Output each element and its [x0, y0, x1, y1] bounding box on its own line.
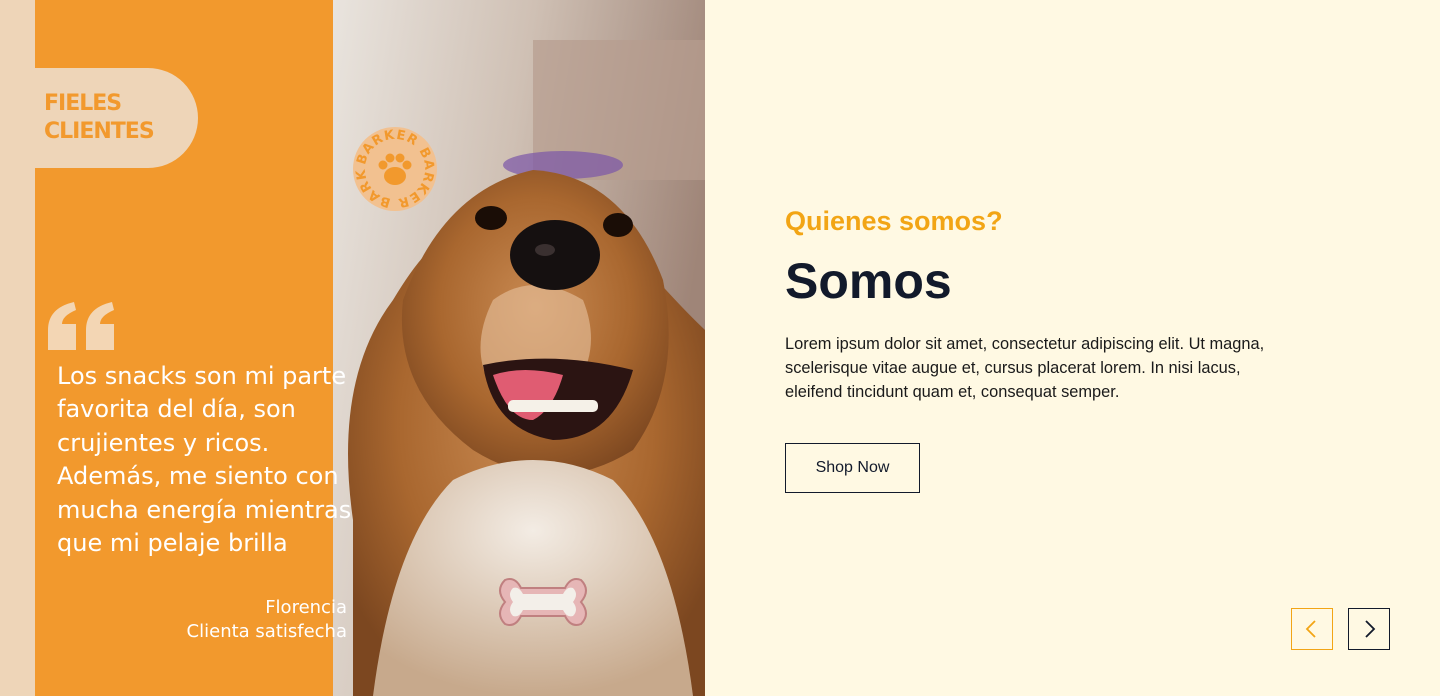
dog-photo — [333, 0, 705, 696]
chevron-right-icon — [1365, 620, 1376, 638]
section-description: Lorem ipsum dolor sit amet, consectetur … — [785, 335, 1265, 401]
badge-line-1: FIELES — [44, 91, 122, 116]
section-title: Somos — [785, 253, 952, 309]
carousel-prev-button[interactable] — [1291, 608, 1333, 650]
chevron-left-icon — [1305, 620, 1316, 638]
badge-line-2: CLIENTES — [44, 119, 155, 144]
author-role: Clienta satisfecha — [186, 621, 347, 642]
testimonial-author: Florencia Clienta satisfecha — [187, 596, 347, 644]
section-eyebrow: Quienes somos? — [785, 206, 1003, 236]
testimonial-quote: Los snacks son mi parte favorita del día… — [57, 362, 352, 558]
quote-icon — [48, 302, 114, 350]
carousel-next-button[interactable] — [1348, 608, 1390, 650]
author-name: Florencia — [265, 597, 347, 618]
shop-now-button[interactable]: Shop Now — [785, 443, 920, 493]
barker-stamp-logo: BARKER BARKER BARKER — [352, 126, 437, 211]
section-badge: FIELES CLIENTES — [44, 90, 155, 146]
